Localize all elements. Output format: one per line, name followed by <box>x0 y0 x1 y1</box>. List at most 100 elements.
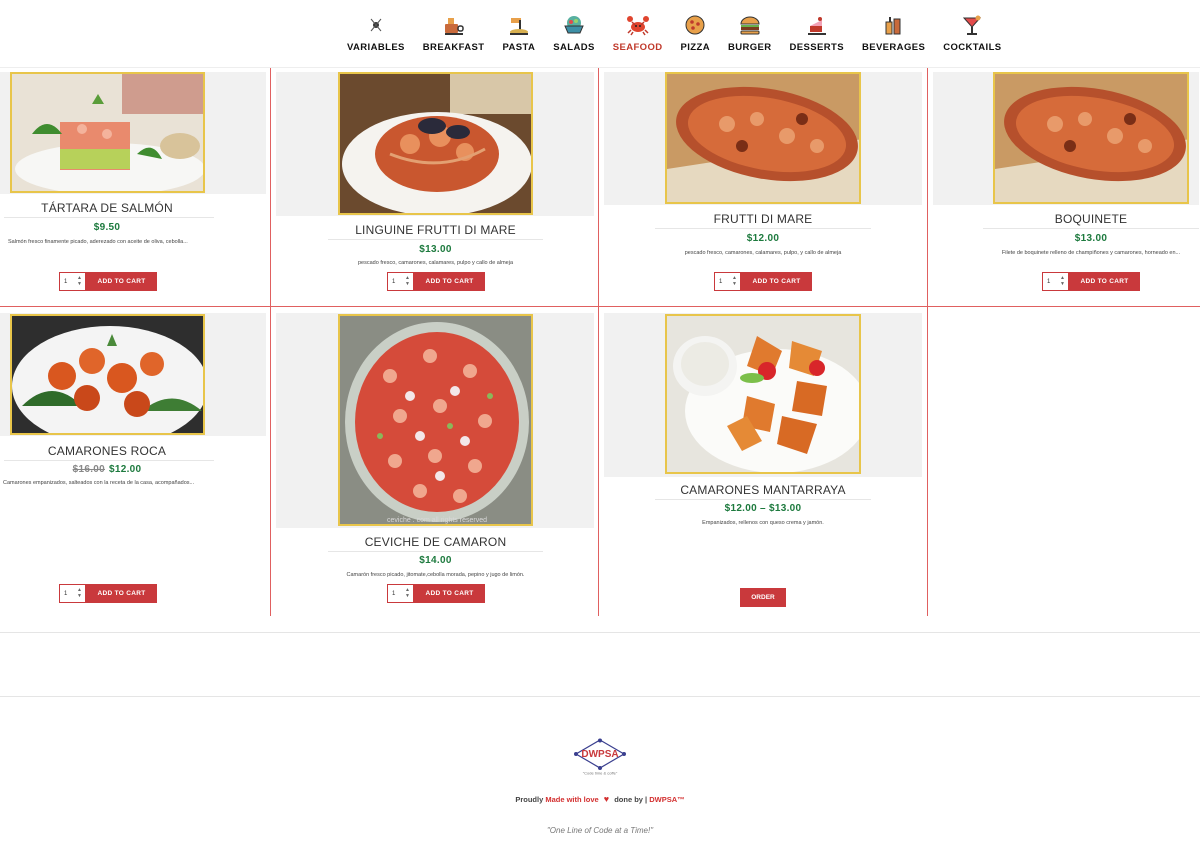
order-button[interactable]: ORDER <box>740 588 786 607</box>
add-to-cart-form: 1 ▲ ▼ ADD TO CART <box>59 584 157 603</box>
product-image[interactable]: ceviche . com all rights reserved <box>338 314 533 526</box>
price-current: $13.00 <box>1074 233 1108 244</box>
stepper-arrows-icon[interactable]: ▲ ▼ <box>732 275 737 287</box>
quantity-value: 1 <box>392 590 396 597</box>
quantity-stepper[interactable]: 1 ▲ ▼ <box>387 272 414 291</box>
product-image[interactable] <box>665 72 861 204</box>
title-separator <box>655 499 871 500</box>
nav-item-beverages[interactable]: BEVERAGES <box>853 12 934 53</box>
quantity-value: 1 <box>64 590 68 597</box>
product-price: $12.00 – $13.00 <box>655 503 871 514</box>
nav-item-pizza[interactable]: PIZZA <box>672 12 719 53</box>
add-to-cart-button[interactable]: ADD TO CART <box>86 272 157 291</box>
pasta-icon <box>507 12 531 38</box>
title-separator <box>983 228 1199 229</box>
stepper-arrows-icon[interactable]: ▲ ▼ <box>405 275 410 287</box>
category-nav-list: VARIABLES BREAKFAST PASTA SALADS SEAFOOD… <box>338 12 1011 53</box>
price-current: $12.00 <box>746 233 780 244</box>
image-watermark: ceviche . com all rights reserved <box>387 517 487 524</box>
cake-icon <box>805 12 829 38</box>
nav-label: VARIABLES <box>347 42 405 53</box>
brand-link[interactable]: DWPSA™ <box>649 795 684 804</box>
section-divider <box>0 632 1200 633</box>
add-to-cart-form: 1 ▲ ▼ ADD TO CART <box>387 272 485 291</box>
nav-label: BURGER <box>727 42 772 53</box>
add-to-cart-form: 1 ▲ ▼ ADD TO CART <box>714 272 812 291</box>
price-current: $12.00 <box>109 464 142 475</box>
nav-label: PIZZA <box>680 42 710 53</box>
stepper-arrows-icon[interactable]: ▲ ▼ <box>1060 275 1065 287</box>
add-to-cart-button[interactable]: ADD TO CART <box>86 584 157 603</box>
logo-tagline: "Code time & coffe" <box>583 771 618 776</box>
logo-text: DWPSA <box>581 749 618 760</box>
made-with-love: Made with love <box>545 795 599 804</box>
nav-item-desserts[interactable]: DESSERTS <box>781 12 853 53</box>
product-description: Salmón fresco finamente picado, aderezad… <box>8 239 188 245</box>
column-divider <box>598 68 599 616</box>
add-to-cart-button[interactable]: ADD TO CART <box>414 584 485 603</box>
column-divider <box>927 68 928 616</box>
nav-label: BEVERAGES <box>861 42 926 53</box>
beverages-icon <box>882 12 906 38</box>
quantity-value: 1 <box>719 278 723 285</box>
salad-icon <box>562 12 586 38</box>
title-separator <box>4 460 214 461</box>
price-current: $14.00 <box>419 555 452 566</box>
product-price: $12.00 <box>655 233 871 244</box>
product-image[interactable] <box>338 72 533 215</box>
row-divider <box>0 306 1200 307</box>
product-title[interactable]: CEVICHE DE CAMARON <box>328 535 543 549</box>
price-old: $16.00 <box>72 464 105 475</box>
product-image[interactable] <box>10 72 205 193</box>
quantity-value: 1 <box>64 278 68 285</box>
add-to-cart-button[interactable]: ADD TO CART <box>414 272 485 291</box>
made-mid: done by | <box>614 795 648 804</box>
product-price: $14.00 <box>328 555 543 566</box>
product-image[interactable] <box>10 314 205 435</box>
product-price: $13.00 <box>983 233 1199 244</box>
section-divider <box>0 696 1200 697</box>
quantity-stepper[interactable]: 1 ▲ ▼ <box>59 272 86 291</box>
stepper-arrows-icon[interactable]: ▲ ▼ <box>405 587 410 599</box>
product-description: pescado fresco, camarones, calamares, pu… <box>358 260 513 266</box>
product-image[interactable] <box>665 314 861 474</box>
title-separator <box>655 228 871 229</box>
quantity-stepper[interactable]: 1 ▲ ▼ <box>1042 272 1069 291</box>
nav-label: PASTA <box>502 42 536 53</box>
product-image[interactable] <box>993 72 1189 204</box>
breakfast-icon <box>442 12 466 38</box>
burger-icon <box>738 12 762 38</box>
nav-item-cocktails[interactable]: COCKTAILS <box>934 12 1010 53</box>
nav-item-variables[interactable]: VARIABLES <box>338 12 414 53</box>
title-separator <box>328 239 543 240</box>
add-to-cart-button[interactable]: ADD TO CART <box>1069 272 1140 291</box>
product-title[interactable]: FRUTTI DI MARE <box>655 212 871 226</box>
stepper-arrows-icon[interactable]: ▲ ▼ <box>77 587 82 599</box>
nav-item-seafood[interactable]: SEAFOOD <box>604 12 672 53</box>
nav-item-salads[interactable]: SALADS <box>544 12 603 53</box>
quantity-stepper[interactable]: 1 ▲ ▼ <box>714 272 741 291</box>
product-title[interactable]: TÁRTARA DE SALMÓN <box>0 201 214 215</box>
cocktail-icon <box>960 12 984 38</box>
product-title[interactable]: LINGUINE FRUTTI DI MARE <box>328 223 543 237</box>
nav-item-burger[interactable]: BURGER <box>719 12 781 53</box>
stepper-arrows-icon[interactable]: ▲ ▼ <box>77 275 82 287</box>
price-current: $13.00 <box>419 244 452 255</box>
quantity-stepper[interactable]: 1 ▲ ▼ <box>387 584 414 603</box>
nav-label: BREAKFAST <box>422 42 485 53</box>
pizza-icon <box>683 12 707 38</box>
variables-icon <box>364 12 388 38</box>
footer-logo[interactable]: DWPSA "Code time & coffe" <box>572 738 628 776</box>
made-with-love-line: Proudly Made with love ♥ done by | DWPSA… <box>0 794 1200 804</box>
quantity-stepper[interactable]: 1 ▲ ▼ <box>59 584 86 603</box>
nav-item-pasta[interactable]: PASTA <box>493 12 544 53</box>
category-nav: VARIABLES BREAKFAST PASTA SALADS SEAFOOD… <box>0 0 1200 68</box>
nav-item-breakfast[interactable]: BREAKFAST <box>414 12 494 53</box>
product-title[interactable]: CAMARONES MANTARRAYA <box>655 483 871 497</box>
heart-icon: ♥ <box>603 794 610 804</box>
price-current: $9.50 <box>93 222 121 233</box>
price-current: $12.00 – $13.00 <box>724 503 802 514</box>
product-title[interactable]: BOQUINETE <box>983 212 1199 226</box>
product-title[interactable]: CAMARONES ROCA <box>0 444 214 458</box>
add-to-cart-button[interactable]: ADD TO CART <box>741 272 812 291</box>
